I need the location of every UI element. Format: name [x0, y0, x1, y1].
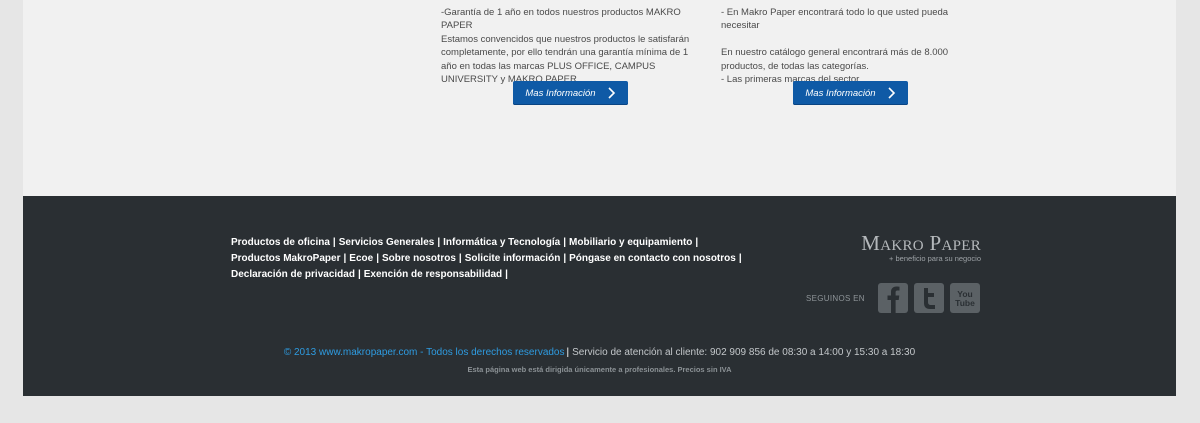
- footer-link-office-products[interactable]: Productos de oficina: [231, 237, 330, 248]
- footer-links: Productos de oficina | Servicios Generales…: [231, 235, 771, 283]
- warranty-text: -Garantía de 1 año en todos nuestros pro…: [441, 7, 690, 86]
- footer-link-furniture[interactable]: Mobiliario y equipamiento: [569, 237, 692, 248]
- footer-link-general-services[interactable]: Servicios Generales: [339, 237, 435, 248]
- content-area: -Garantía de 1 año en todos nuestros pro…: [23, 0, 1176, 196]
- link-separator: |: [738, 253, 742, 264]
- footer-link-contact[interactable]: Póngase en contacto con nosotros: [569, 253, 736, 264]
- warranty-column: -Garantía de 1 año en todos nuestros pro…: [441, 6, 703, 86]
- footer-link-disclaimer[interactable]: Exención de responsabilidad: [364, 269, 502, 280]
- catalog-column: - En Makro Paper encontrará todo lo que …: [721, 6, 989, 86]
- link-separator: |: [563, 237, 567, 248]
- site-footer: Productos de oficina | Servicios Generales…: [23, 196, 1176, 396]
- youtube-label: You Tube: [955, 289, 975, 308]
- copyright-link[interactable]: © 2013 www.makropaper.com - Todos los de…: [284, 347, 565, 358]
- footer-link-it-technology[interactable]: Informática y Tecnología: [443, 237, 560, 248]
- link-separator: |: [437, 237, 441, 248]
- chevron-right-icon: [608, 87, 615, 99]
- facebook-link[interactable]: [878, 283, 908, 313]
- twitter-icon: [924, 288, 935, 309]
- more-info-button-warranty[interactable]: Mas Información: [513, 81, 628, 105]
- chevron-right-icon: [888, 87, 895, 99]
- follow-us-label: SEGUINOS EN: [806, 294, 865, 303]
- footer-link-about-us[interactable]: Sobre nosotros: [382, 253, 456, 264]
- link-separator: |: [505, 269, 508, 280]
- logo-name: Makro Paper: [861, 231, 981, 255]
- link-separator: |: [343, 253, 347, 264]
- link-separator: |: [563, 253, 567, 264]
- facebook-icon: [887, 286, 900, 313]
- catalog-text: - En Makro Paper encontrará todo lo que …: [721, 7, 949, 86]
- footer-link-makropaper-products[interactable]: Productos MakroPaper: [231, 253, 340, 264]
- link-separator: |: [332, 237, 336, 248]
- twitter-link[interactable]: [914, 283, 944, 313]
- more-info-button-catalog[interactable]: Mas Información: [793, 81, 908, 105]
- footer-link-ecoe[interactable]: Ecoe: [349, 253, 373, 264]
- copyright-line: © 2013 www.makropaper.com - Todos los de…: [23, 347, 1176, 358]
- link-separator: |: [376, 253, 380, 264]
- copyright-separator: |: [566, 347, 570, 358]
- link-separator: |: [357, 269, 361, 280]
- youtube-link[interactable]: You Tube: [950, 283, 980, 313]
- more-info-label: Mas Información: [805, 87, 876, 99]
- youtube-icon: You Tube: [955, 289, 975, 308]
- professionals-disclaimer: Esta página web está dirigida únicamente…: [467, 365, 732, 374]
- footer-link-privacy[interactable]: Declaración de privacidad: [231, 269, 355, 280]
- customer-service-info: Servicio de atención al cliente: 902 909…: [572, 347, 916, 358]
- more-info-label: Mas Información: [525, 87, 596, 99]
- logo-tagline: + beneficio para su negocio: [889, 254, 981, 263]
- footer-link-request-info[interactable]: Solicite información: [465, 253, 561, 264]
- makro-paper-logo[interactable]: Makro Paper + beneficio para su negocio: [829, 232, 981, 266]
- link-separator: |: [458, 253, 462, 264]
- link-separator: |: [695, 237, 699, 248]
